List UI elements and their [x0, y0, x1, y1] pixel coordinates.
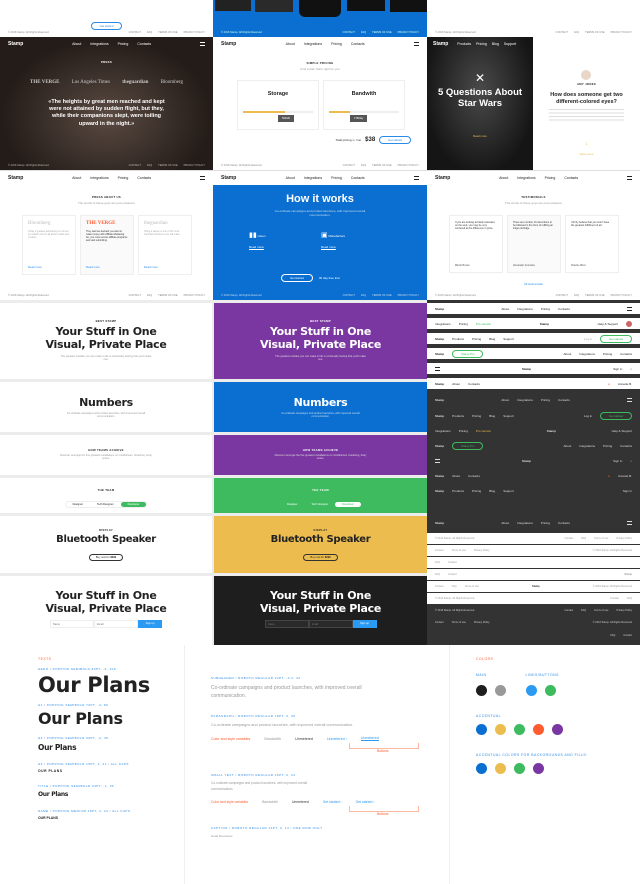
signup-section-dark: Your Stuff in One Visual, Private PlaceS… — [214, 576, 427, 645]
menu-icon[interactable] — [435, 366, 440, 371]
tab-designer[interactable]: Designer — [280, 502, 304, 507]
tools-icon: ✕ — [474, 71, 486, 85]
article-panel: Amy Jones How does someone get two diffe… — [533, 37, 640, 170]
menu-icon[interactable] — [414, 42, 419, 46]
buy-button[interactable]: Buy now for $299 — [88, 554, 124, 561]
robot-icon: ▣ — [321, 232, 328, 239]
color-swatch — [514, 724, 525, 735]
hero-section-purple: Best Stamp Your Stuff in One Visual, Priv… — [214, 303, 427, 379]
speaker-section-yellow: Display Bluetooth Speaker Buy now for $299 — [214, 516, 427, 573]
signup-button[interactable]: Sign up — [138, 620, 162, 628]
tab-developer[interactable]: Developer — [120, 502, 147, 507]
color-swatch — [495, 724, 506, 735]
buy-button[interactable]: Buy now for $299 — [303, 554, 338, 561]
pricing-card-storage: Storage 500GB — [237, 80, 319, 130]
menu-icon[interactable] — [435, 458, 440, 463]
color-swatch — [545, 685, 556, 696]
pricing-card-bandwidth: Bandwith 1TB/day — [323, 80, 405, 130]
get-started-button[interactable]: Get started — [281, 274, 313, 282]
style-guide-texts: Texts Hero / Poppins SemiBold 80pt, -6, … — [0, 645, 185, 884]
style-guide-colors: Colors Main Links/Buttons Accentual Accen… — [450, 645, 640, 884]
color-swatch — [533, 763, 544, 774]
color-swatch — [495, 685, 506, 696]
speaker-section-light: Display Bluetooth Speaker Buy now for $299 — [0, 516, 212, 573]
press-card: Bloomberg Today's greatest advertising is… — [22, 215, 76, 275]
notification-icon[interactable]: ● — [608, 382, 610, 386]
navbar: Stamp About Integrations Pricing Contacts — [0, 37, 213, 51]
footer: © 2016 Stamp. All Rights Reserved Contact… — [8, 30, 205, 34]
tubes-icon: ▮▮ — [249, 232, 257, 239]
sections-area: Best Stamp Your Stuff in One Visual, Priv… — [0, 300, 427, 645]
email-input[interactable] — [308, 620, 353, 628]
numbers-section-light: Numbers Co-ordinate campaigns and product… — [0, 382, 212, 432]
color-swatch — [495, 763, 506, 774]
testimonial-card: If you are looking at blank cassettes on… — [449, 215, 503, 273]
color-swatch — [526, 685, 537, 696]
color-swatch — [476, 763, 487, 774]
top-right-strip: © 2016 Stamp. All Rights Reserved Contact… — [427, 0, 640, 37]
testimonial-card: I firmly believe that you won't have the… — [565, 215, 619, 273]
menu-icon[interactable] — [200, 176, 205, 180]
color-swatch — [552, 724, 563, 735]
menu-icon[interactable] — [414, 176, 419, 180]
team-section-light: The team Designer Tech Designer Developer — [0, 478, 212, 513]
pricing-panel: Stamp About Integrations Pricing Contacts Si… — [213, 37, 427, 170]
press-card: theguardian Hiring a lawyer is one of the… — [138, 215, 192, 275]
email-input[interactable] — [94, 620, 138, 628]
top-left-strip: Get started © 2016 Stamp. All Rights Res… — [0, 0, 213, 37]
avatar — [581, 70, 591, 80]
numbers-section-blue: Numbers Co-ordinate campaigns and product… — [214, 382, 427, 432]
how-it-works-panel: Stamp About Integrations Pricing Contacts Ho… — [213, 170, 427, 300]
notification-icon[interactable]: ● — [608, 474, 610, 478]
color-swatch — [533, 724, 544, 735]
name-input[interactable] — [50, 620, 94, 628]
quote-panel: Stamp About Integrations Pricing Contacts Pr… — [0, 37, 213, 170]
style-guide-body: Subheader / Roboto Regular 22pt, -0.2, 3… — [185, 645, 450, 884]
tab-tech-designer[interactable]: Tech Designer — [304, 502, 335, 507]
menu-icon[interactable] — [627, 397, 632, 402]
signup-button[interactable]: Sign up — [352, 620, 377, 628]
press-panel: Stamp About Integrations Pricing Contacts Pr… — [0, 170, 213, 300]
menu-icon[interactable] — [627, 176, 632, 180]
get-started-button[interactable]: Get started — [379, 136, 411, 144]
quote-text: «The heights by great men reached and ke… — [48, 99, 165, 127]
tab-developer[interactable]: Developer — [335, 502, 361, 507]
star-wars-panel: Stamp Products Pricing Blog Support ✕ 5 Ques… — [427, 37, 533, 170]
color-swatch — [476, 685, 487, 696]
search-icon[interactable]: ⌕ — [630, 459, 632, 463]
search-icon[interactable]: ⌕ — [630, 367, 632, 371]
signup-section-light: Your Stuff in One Visual, Private PlaceS… — [0, 576, 212, 645]
menu-icon[interactable] — [627, 520, 632, 525]
tab-tech-designer[interactable]: Tech Designer — [90, 502, 121, 507]
navbar-variants: Stamp About Integrations Pricing Contacts In… — [427, 300, 640, 645]
teams-section-purple: How teams achieve Discover amongst the fi… — [214, 435, 427, 475]
name-input[interactable] — [264, 620, 309, 628]
color-swatch — [514, 763, 525, 774]
color-swatch — [476, 724, 487, 735]
menu-icon[interactable] — [200, 42, 205, 46]
tab-designer[interactable]: Designer — [66, 502, 90, 507]
navbar: Stamp About Integrations Pricing Contacts — [213, 37, 427, 51]
avatar[interactable] — [625, 320, 632, 327]
testimonial-card: There are number of instructions to be f… — [507, 215, 561, 273]
team-section-green: The team Designer Tech Designer Developer — [214, 478, 427, 513]
testimonials-panel: Stamp About Integrations Pricing Contacts Te… — [427, 170, 640, 300]
press-card: THE VERGE They said we decided you want t… — [80, 215, 134, 275]
teams-section-light: How teams achieve Discover amongst the fi… — [0, 435, 212, 475]
hero-section-light: Best Stamp Your Stuff in One Visual, Priv… — [0, 303, 212, 379]
arrow-down-icon: ↓ — [585, 141, 588, 147]
device-strip: © 2016 Stamp. All Rights Reserved Contact… — [213, 0, 427, 37]
menu-icon[interactable] — [627, 306, 632, 311]
